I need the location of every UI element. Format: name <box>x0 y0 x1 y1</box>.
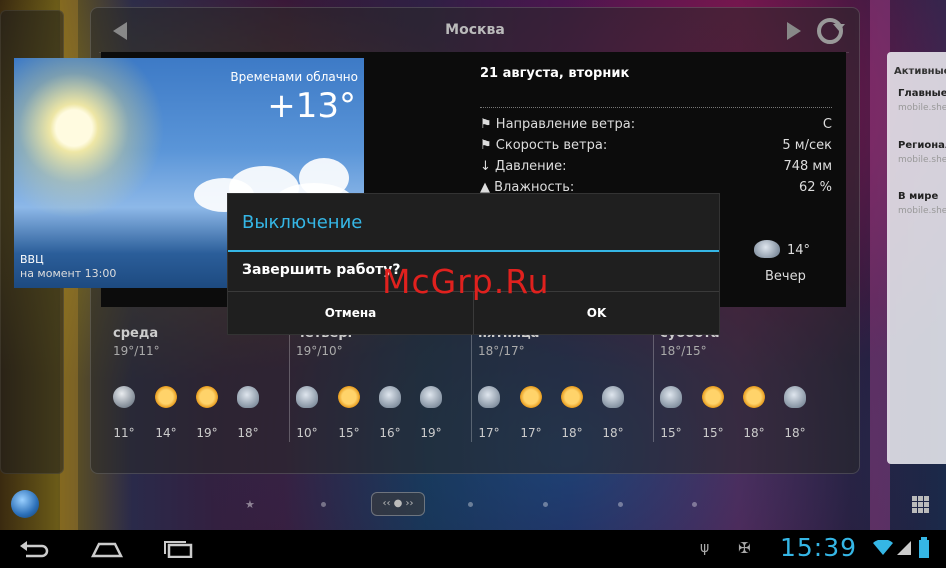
forecast-hour-temp: 14° <box>155 426 177 440</box>
night-cloud-icon <box>784 386 806 408</box>
condition-text: Временами облачно <box>230 70 358 84</box>
rain-cloud-icon <box>379 386 401 408</box>
dialog-message: Завершить работу? <box>242 262 401 278</box>
home-icon[interactable] <box>90 540 124 558</box>
next-city-icon[interactable] <box>787 22 801 40</box>
dialog-title: Выключение <box>242 212 363 233</box>
forecast-day: суббота18°/15°15°15°18°18° <box>660 326 838 446</box>
night-cloud-icon <box>602 386 624 408</box>
city-name: Москва <box>445 22 505 38</box>
status-clock: 15:39 <box>780 533 858 562</box>
forecast-hour-temp: 18° <box>784 426 806 440</box>
night-cloud-icon <box>296 386 318 408</box>
details-divider <box>480 107 832 108</box>
debug-icon: ✠ <box>738 539 751 557</box>
news-item-title[interactable]: В мире <box>898 191 938 202</box>
forecast-hour-temp: 17° <box>478 426 500 440</box>
forecast-hour-temp: 16° <box>379 426 401 440</box>
evening-label: Вечер <box>765 269 806 284</box>
current-page-indicator[interactable]: ‹‹ ● ›› <box>371 492 425 516</box>
evening-temperature: 14° <box>787 243 811 258</box>
forecast-day: среда 19°/11° 11° 14° 19° 18° <box>113 326 291 446</box>
app-drawer-icon[interactable] <box>912 496 930 514</box>
wind-direction-label: ⚑ Направление ветра: <box>480 117 636 132</box>
recent-apps-icon[interactable] <box>162 540 194 558</box>
detail-row: ↓ Давление: 748 мм <box>480 159 832 174</box>
moon-icon <box>113 386 135 408</box>
pressure-value: 748 мм <box>783 159 832 174</box>
sun-cloud-icon <box>561 386 583 408</box>
forecast-day: пятница18°/17°17°17°18°18° <box>478 326 656 446</box>
sun-cloud-icon <box>520 386 542 408</box>
news-item-source: mobile.she <box>898 155 946 165</box>
battery-icon <box>919 537 929 558</box>
sun-cloud-icon <box>338 386 360 408</box>
evening-weather-icon <box>754 240 780 258</box>
observation-time: на момент 13:00 <box>20 267 117 280</box>
forecast-hour-temp: 18° <box>743 426 765 440</box>
forecast-hour-temp: 17° <box>520 426 542 440</box>
night-cloud-icon <box>237 386 259 408</box>
detail-row: ⚑ Направление ветра: С <box>480 117 832 132</box>
page-indicator-dot[interactable] <box>692 502 697 507</box>
forecast-hour-temp: 10° <box>296 426 318 440</box>
sun-icon <box>196 386 218 408</box>
forecast-day: четверг19°/10°10°15°16°19° <box>296 326 474 446</box>
forecast-hour-temp: 19° <box>420 426 442 440</box>
cloud-shape <box>299 158 349 198</box>
refresh-icon[interactable] <box>817 18 845 44</box>
sun-icon <box>155 386 177 408</box>
page-indicator-dot[interactable] <box>618 502 623 507</box>
night-cloud-icon <box>420 386 442 408</box>
news-item-source: mobile.she <box>898 103 946 113</box>
page-indicator-dot[interactable] <box>321 502 326 507</box>
globe-icon[interactable] <box>11 490 39 518</box>
forecast-day-range: 19°/11° <box>113 344 160 358</box>
wind-speed-value: 5 м/сек <box>782 138 832 153</box>
wind-direction-value: С <box>822 117 832 132</box>
forecast-hour-temp: 11° <box>113 426 135 440</box>
current-temperature: +13° <box>267 86 356 126</box>
forecast-hour-temp: 18° <box>602 426 624 440</box>
wind-speed-label: ⚑ Скорость ветра: <box>480 138 608 153</box>
forecast-day-name: среда <box>113 326 159 341</box>
forecast-hour-temp: 15° <box>660 426 682 440</box>
sun-cloud-icon <box>743 386 765 408</box>
watermark-text: McGrp.Ru <box>382 262 550 301</box>
page-indicator-dot[interactable] <box>468 502 473 507</box>
forecast-hour-temp: 18° <box>237 426 259 440</box>
forecast-hour-temp: 15° <box>338 426 360 440</box>
home-page-star-icon[interactable]: ★ <box>245 498 255 511</box>
dialog-title-divider <box>228 250 719 252</box>
station-name: ВВЦ <box>20 253 44 266</box>
night-cloud-icon <box>660 386 682 408</box>
news-widget[interactable] <box>887 52 946 464</box>
usb-icon: ψ <box>700 540 710 556</box>
page-indicator-dot[interactable] <box>543 502 548 507</box>
forecast-day-range: 19°/10° <box>296 344 343 358</box>
humidity-value: 62 % <box>798 180 832 195</box>
night-cloud-icon <box>478 386 500 408</box>
back-icon[interactable] <box>18 540 50 558</box>
current-date: 21 августа, вторник <box>480 66 630 81</box>
forecast-day-range: 18°/15° <box>660 344 707 358</box>
forecast-hour-temp: 15° <box>702 426 724 440</box>
forecast-hour-temp: 18° <box>561 426 583 440</box>
wifi-icon <box>873 540 893 555</box>
signal-icon <box>897 541 911 555</box>
pressure-label: ↓ Давление: <box>480 159 567 174</box>
news-item-source: mobile.she <box>898 206 946 216</box>
news-widget-title: Активные н <box>894 66 946 77</box>
forecast-hour-temp: 19° <box>196 426 218 440</box>
sun-cloud-icon <box>702 386 724 408</box>
detail-row: ⚑ Скорость ветра: 5 м/сек <box>480 138 832 153</box>
news-item-title[interactable]: Главные н <box>898 88 946 99</box>
forecast-day-range: 18°/17° <box>478 344 525 358</box>
news-item-title[interactable]: Региональ <box>898 140 946 151</box>
